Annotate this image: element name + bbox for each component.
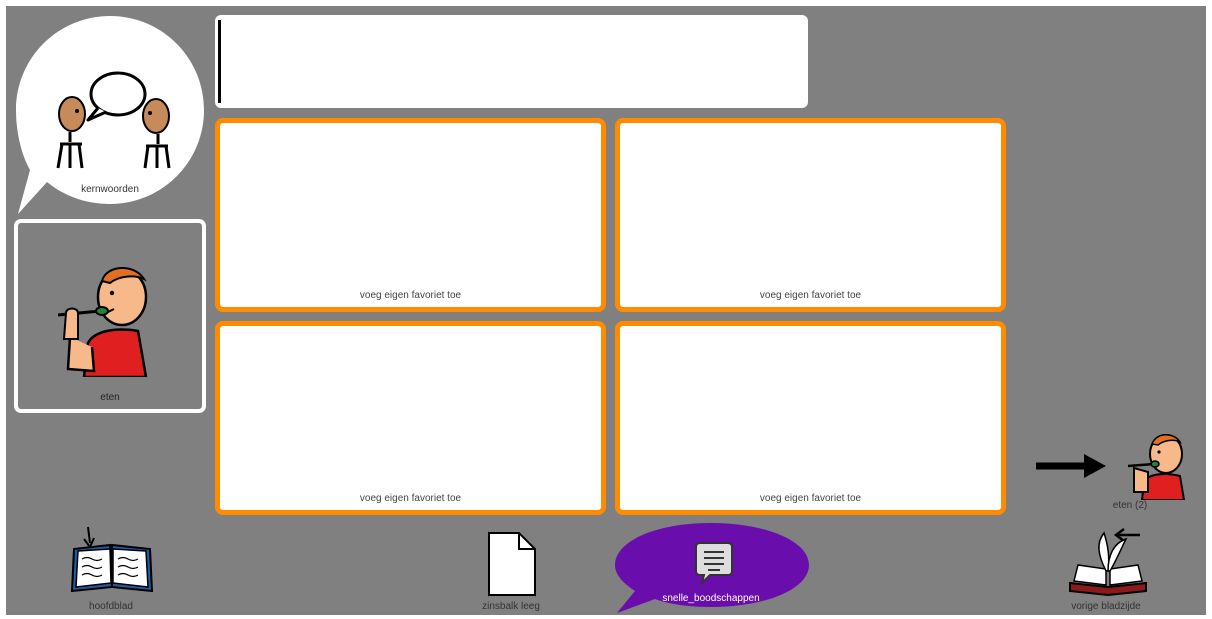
clear-sentence-label: zinsbalk leeg xyxy=(482,601,540,612)
core-words-label: kernwoorden xyxy=(81,184,139,195)
favorite-slot-label: voeg eigen favoriet toe xyxy=(759,290,862,301)
core-words-button[interactable]: kernwoorden xyxy=(14,14,206,219)
two-people-talking-icon xyxy=(56,71,171,169)
favorite-slot-2[interactable]: voeg eigen favoriet toe xyxy=(615,118,1006,312)
favorite-slot-1[interactable]: voeg eigen favoriet toe xyxy=(215,118,606,312)
favorite-slot-label: voeg eigen favoriet toe xyxy=(359,290,462,301)
clear-sentence-button[interactable]: zinsbalk leeg xyxy=(446,521,576,615)
quick-messages-label: snelle_boodschappen xyxy=(662,593,760,604)
turn-page-back-icon xyxy=(1069,528,1147,597)
home-button[interactable]: hoofdblad xyxy=(46,521,176,615)
previous-page-button[interactable]: vorige bladzijde xyxy=(1046,521,1166,615)
next-page-label: eten (2) xyxy=(1112,500,1148,511)
previous-page-label: vorige bladzijde xyxy=(1071,601,1141,612)
blank-page-icon xyxy=(488,532,536,596)
aac-board: kernwoorden eten voeg eigen favoriet toe… xyxy=(6,6,1206,615)
favorite-slot-4[interactable]: voeg eigen favoriet toe xyxy=(615,321,1006,515)
sentence-bar-input[interactable] xyxy=(215,15,808,108)
eat-label: eten xyxy=(100,392,120,403)
person-eating-icon xyxy=(57,267,148,377)
home-label: hoofdblad xyxy=(89,601,133,612)
favorite-slot-label: voeg eigen favoriet toe xyxy=(759,493,862,504)
quick-messages-button[interactable]: snelle_boodschappen xyxy=(611,521,811,615)
next-page-eat-button[interactable]: eten (2) xyxy=(1030,426,1195,518)
arrow-person-eating-icon xyxy=(1036,434,1186,500)
text-caret xyxy=(218,20,221,103)
eat-category-button[interactable]: eten xyxy=(14,219,206,413)
favorite-slot-label: voeg eigen favoriet toe xyxy=(359,493,462,504)
open-book-icon xyxy=(70,526,154,593)
speech-bubble-icon xyxy=(695,542,733,585)
favorite-slot-3[interactable]: voeg eigen favoriet toe xyxy=(215,321,606,515)
